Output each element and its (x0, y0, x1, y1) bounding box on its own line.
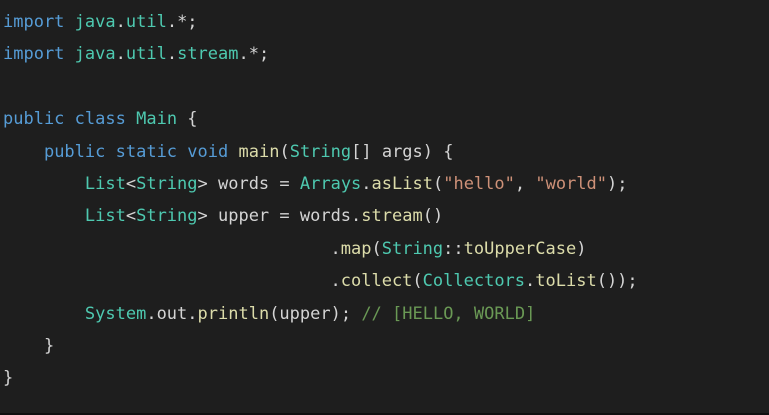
code-token: "world" (535, 173, 608, 194)
code-token: (upper); (269, 303, 362, 324)
code-token: :: (443, 238, 464, 259)
code-token: toList (535, 271, 597, 292)
code-token: stream (361, 206, 423, 227)
code-line[interactable]: import java.util.*; (3, 6, 767, 38)
code-line[interactable]: .collect(Collectors.toList()); (3, 265, 767, 297)
code-token: // [HELLO, WORLD] (361, 303, 536, 324)
code-token: > words = (197, 173, 300, 194)
code-token: ); (607, 173, 628, 194)
code-token: . (3, 238, 341, 259)
code-token: [] args) { (351, 141, 454, 162)
code-line[interactable]: ​ (3, 71, 767, 103)
code-token: List (84, 206, 126, 227)
code-token: stream (177, 44, 239, 65)
code-token: import (3, 44, 65, 65)
code-token: < (125, 173, 137, 194)
code-token: . (115, 44, 126, 65)
code-line[interactable]: List<String> words = Arrays.asList("hell… (3, 168, 767, 200)
code-token: { (177, 109, 198, 130)
code-token: ()); (596, 271, 638, 292)
code-token: class (74, 109, 126, 130)
code-token: , (514, 173, 536, 194)
code-token: ) (576, 238, 587, 259)
code-token: > upper = words. (197, 206, 362, 227)
code-token: < (125, 206, 137, 227)
code-line[interactable]: } (3, 362, 767, 394)
code-token: toUpperCase (463, 238, 577, 259)
code-token: . (3, 271, 341, 292)
code-token: .*; (238, 44, 270, 65)
code-token: asList (371, 173, 433, 194)
code-token: static (115, 141, 178, 162)
code-token: ( (279, 141, 290, 162)
code-editor[interactable]: import java.util.*; import java.util.stre… (0, 0, 769, 415)
code-token: } (3, 335, 55, 356)
code-line[interactable]: } (3, 330, 767, 362)
code-token: println (197, 303, 270, 324)
code-line[interactable]: public static void main(String[] args) { (3, 136, 767, 168)
code-token: ( (371, 238, 382, 259)
code-line[interactable]: List<String> upper = words.stream() (3, 200, 767, 232)
code-line[interactable]: System.out.println(upper); // [HELLO, WO… (3, 298, 767, 330)
code-token: Collectors (422, 271, 526, 292)
code-token: "hello" (443, 173, 515, 194)
code-token: () (422, 206, 444, 227)
code-token: . (361, 173, 372, 194)
code-token: Arrays (299, 173, 362, 194)
code-token: . (115, 12, 126, 32)
code-token: public (3, 109, 65, 130)
code-token: String (289, 141, 352, 162)
code-token: Main (136, 109, 178, 130)
code-token: public (43, 141, 106, 162)
code-line[interactable]: import java.util.stream.*; (3, 38, 767, 70)
code-token: collect (340, 271, 413, 292)
code-token: . (146, 303, 157, 324)
code-token: } (3, 368, 14, 389)
code-token: main (238, 141, 280, 162)
code-token: List (84, 173, 126, 194)
code-token: util (125, 12, 167, 32)
code-token: ( (432, 173, 444, 194)
code-token: import (3, 12, 65, 32)
code-token: . (525, 271, 536, 292)
code-token: void (187, 141, 229, 162)
code-token: String (136, 173, 198, 194)
code-token: String (381, 238, 444, 259)
code-token: .*; (166, 12, 198, 32)
code-token: map (340, 238, 372, 259)
code-token: out (156, 303, 188, 324)
code-token: java (74, 12, 116, 32)
code-area[interactable]: import java.util.*; import java.util.stre… (3, 6, 767, 395)
code-line[interactable]: .map(String::toUpperCase) (3, 233, 767, 265)
code-token: String (136, 206, 198, 227)
code-token: . (166, 44, 178, 65)
code-token: util (125, 44, 167, 65)
code-token: . (187, 303, 198, 324)
code-token: System (84, 303, 147, 324)
code-token: ( (412, 271, 423, 292)
code-line[interactable]: public class Main { (3, 103, 767, 135)
code-token: java (74, 44, 116, 65)
